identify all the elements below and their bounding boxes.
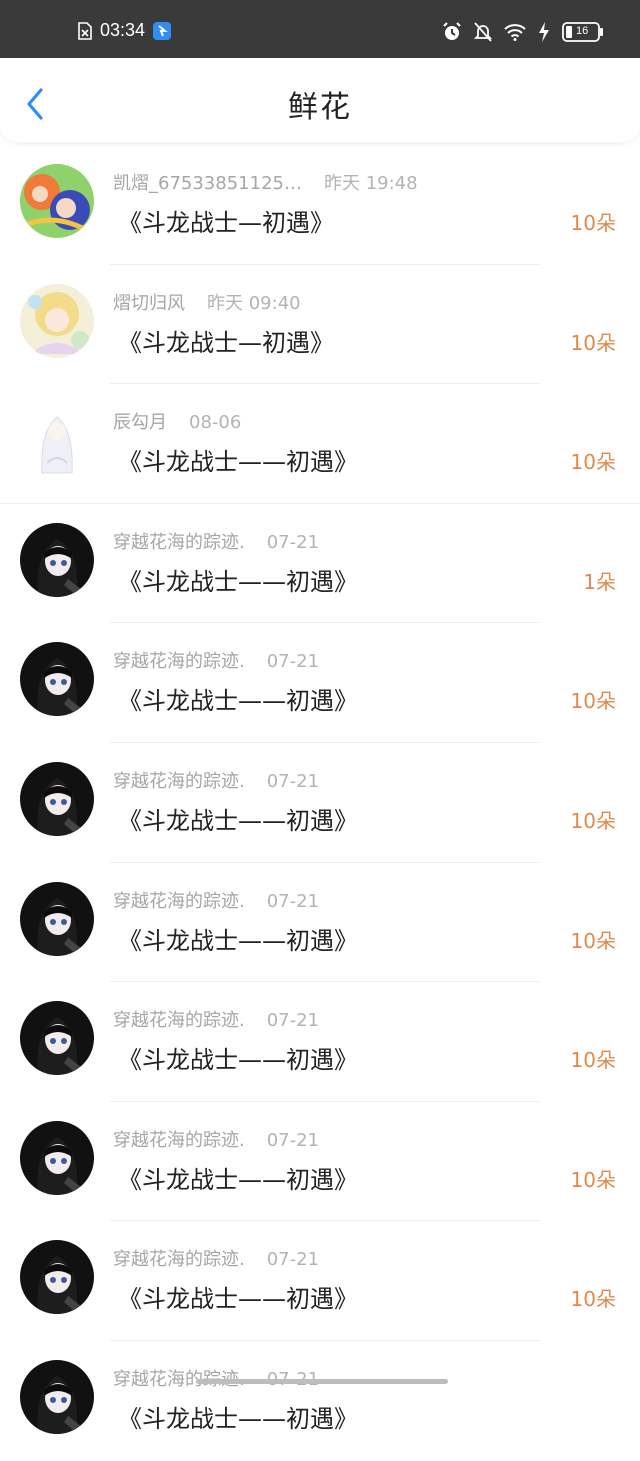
username[interactable]: 穿越花海的踪迹. [113, 532, 245, 553]
book-title[interactable]: 《斗龙战士——初遇》 [118, 1399, 358, 1434]
item-meta: 穿越花海的踪迹.07-21 [113, 1365, 319, 1391]
flower-count: 10朵 [570, 211, 616, 235]
book-title[interactable]: 《斗龙战士——初遇》 [118, 921, 358, 956]
book-title[interactable]: 《斗龙战士—初遇》 [118, 323, 334, 358]
list-item[interactable]: 穿越花海的踪迹. 07-21 《斗龙战士——初遇》 10朵 [0, 1102, 640, 1222]
list-item[interactable]: 穿越花海的踪迹. 07-21 《斗龙战士——初遇》 10朵 [0, 863, 640, 983]
list-item[interactable]: 穿越花海的踪迹.07-21 《斗龙战士——初遇》 [0, 1341, 640, 1461]
mute-icon [474, 22, 492, 42]
flower-count: 10朵 [570, 689, 616, 714]
timestamp: 07-21 [266, 1129, 320, 1151]
list-item[interactable]: 凯熠_67533851125… 昨天 19:48 《斗龙战士—初遇》 10朵 [0, 145, 640, 265]
item-meta: 穿越花海的踪迹. 07-21 [113, 767, 319, 793]
username[interactable]: 熠切归风 [113, 293, 185, 314]
wifi-icon [504, 23, 526, 41]
timestamp: 昨天 19:48 [323, 173, 418, 194]
username[interactable]: 穿越花海的踪迹. [113, 1249, 245, 1270]
avatar[interactable] [20, 761, 94, 836]
item-meta: 穿越花海的踪迹. 07-21 [113, 528, 319, 554]
status-time: 03:34 [100, 20, 146, 40]
book-title[interactable]: 《斗龙战士——初遇》 [118, 801, 358, 836]
timestamp: 07-21 [266, 1010, 320, 1032]
flower-count: 10朵 [570, 1167, 616, 1192]
flower-count: 10朵 [570, 330, 616, 355]
username[interactable]: 辰勾月 [113, 412, 167, 433]
book-title[interactable]: 《斗龙战士——初遇》 [118, 1160, 358, 1195]
sim-off-icon [78, 21, 92, 40]
list-item[interactable]: 穿越花海的踪迹. 07-21 《斗龙战士——初遇》 10朵 [0, 623, 640, 743]
book-title[interactable]: 《斗龙战士——初遇》 [118, 1279, 358, 1314]
item-meta: 穿越花海的踪迹. 07-21 [113, 1006, 319, 1032]
item-meta: 辰勾月 08-06 [113, 408, 241, 434]
flower-count: 10朵 [570, 1048, 616, 1073]
avatar[interactable] [20, 522, 94, 597]
flower-count: 10朵 [570, 1287, 616, 1312]
item-meta: 凯熠_67533851125… 昨天 19:48 [113, 169, 418, 195]
flower-count: 10朵 [570, 928, 616, 953]
username[interactable]: 穿越花海的踪迹. [113, 771, 245, 792]
list-item[interactable]: 穿越花海的踪迹. 07-21 《斗龙战士——初遇》 10朵 [0, 743, 640, 863]
list-item[interactable]: 穿越花海的踪迹. 07-21 《斗龙战士——初遇》 1朵 [0, 504, 640, 624]
timestamp: 昨天 09:40 [207, 292, 301, 314]
avatar[interactable] [20, 164, 94, 238]
avatar[interactable] [20, 1001, 94, 1076]
charging-icon [538, 22, 550, 42]
book-title[interactable]: 《斗龙战士——初遇》 [118, 442, 358, 477]
flower-count: 1朵 [583, 569, 616, 594]
page-title: 鲜花 [288, 90, 352, 125]
list-item[interactable]: 熠切归风 昨天 09:40 《斗龙战士—初遇》 10朵 [0, 265, 640, 385]
book-title[interactable]: 《斗龙战士——初遇》 [118, 681, 358, 716]
username[interactable]: 穿越花海的踪迹. [113, 1130, 245, 1151]
username[interactable]: 凯熠_67533851125… [113, 173, 302, 194]
book-title[interactable]: 《斗龙战士—初遇》 [118, 203, 334, 238]
battery-level: 16 [576, 25, 589, 37]
avatar[interactable] [20, 1120, 94, 1195]
item-meta: 穿越花海的踪迹. 07-21 [113, 887, 319, 913]
avatar[interactable] [20, 881, 94, 956]
username[interactable]: 穿越花海的踪迹. [113, 651, 245, 672]
timestamp: 07-21 [266, 890, 320, 912]
flower-count: 10朵 [570, 450, 616, 475]
timestamp: 08-06 [189, 412, 242, 434]
home-indicator[interactable] [196, 1379, 448, 1384]
avatar[interactable] [20, 642, 94, 717]
alarm-icon [442, 22, 462, 42]
timestamp: 07-21 [266, 651, 320, 673]
avatar[interactable] [20, 283, 94, 358]
header: 鲜花 [0, 58, 640, 142]
flower-list: 凯熠_67533851125… 昨天 19:48 《斗龙战士—初遇》 10朵 熠切… [0, 145, 640, 1461]
book-title[interactable]: 《斗龙战士——初遇》 [118, 562, 358, 597]
avatar[interactable] [20, 1240, 94, 1315]
status-right: 16 [442, 22, 604, 42]
list-item[interactable]: 穿越花海的踪迹. 07-21 《斗龙战士——初遇》 10朵 [0, 1221, 640, 1341]
flower-count: 10朵 [570, 808, 616, 833]
avatar[interactable] [20, 1359, 94, 1434]
app-notification-icon [153, 21, 172, 40]
item-meta: 穿越花海的踪迹. 07-21 [113, 1126, 319, 1152]
username[interactable]: 穿越花海的踪迹. [113, 891, 245, 912]
item-meta: 熠切归风 昨天 09:40 [113, 289, 301, 315]
book-title[interactable]: 《斗龙战士——初遇》 [118, 1040, 358, 1075]
item-meta: 穿越花海的踪迹. 07-21 [113, 1245, 319, 1271]
timestamp: 07-21 [266, 770, 320, 792]
list-item[interactable]: 辰勾月 08-06 《斗龙战士——初遇》 10朵 [0, 384, 640, 504]
list-item[interactable]: 穿越花海的踪迹. 07-21 《斗龙战士——初遇》 10朵 [0, 982, 640, 1102]
username[interactable]: 穿越花海的踪迹. [113, 1010, 245, 1031]
item-meta: 穿越花海的踪迹. 07-21 [113, 647, 319, 673]
status-bar: 03:34 16 [0, 0, 640, 58]
battery-icon: 16 [562, 22, 604, 42]
status-left: 03:34 [78, 20, 172, 41]
timestamp: 07-21 [266, 1249, 320, 1271]
timestamp: 07-21 [266, 531, 320, 553]
avatar[interactable] [20, 403, 94, 478]
